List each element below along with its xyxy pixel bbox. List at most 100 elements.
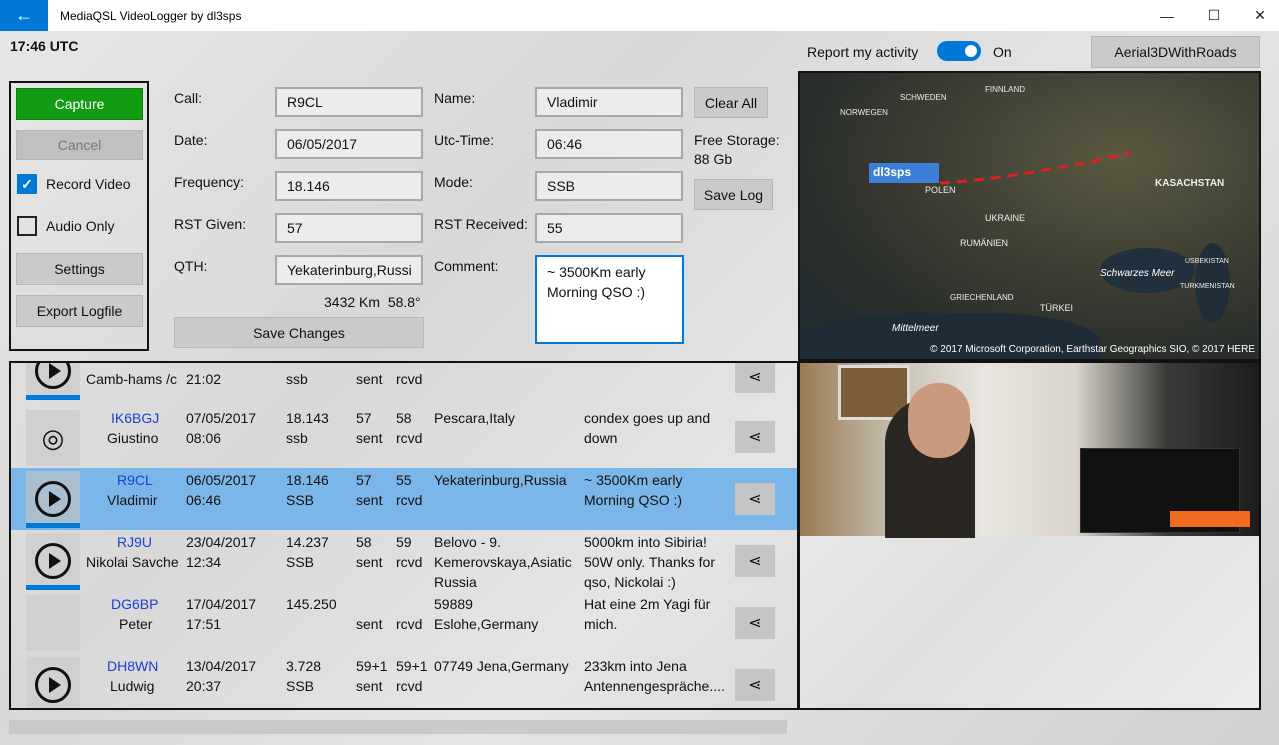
rst-received-label: RST Received: xyxy=(434,216,528,232)
report-activity-toggle[interactable] xyxy=(937,41,981,61)
map-label: TURKMENISTAN xyxy=(1180,283,1235,290)
unchecked-box-icon xyxy=(17,216,37,236)
maximize-button[interactable]: ☐ xyxy=(1191,0,1237,31)
share-icon[interactable]: ⋖ xyxy=(735,421,775,453)
rst-given-input[interactable]: 57 xyxy=(275,213,423,243)
log-call[interactable]: IK6BGJ xyxy=(111,408,159,428)
clear-all-button[interactable]: Clear All xyxy=(694,87,768,118)
map-label: Schwarzes Meer xyxy=(1100,268,1175,279)
radio-display xyxy=(1170,511,1250,527)
log-comment: condex goes up and down xyxy=(584,410,711,446)
rst-given-label: RST Given: xyxy=(174,216,247,232)
frequency-input[interactable]: 18.146 xyxy=(275,171,423,201)
capture-button[interactable]: Capture xyxy=(16,88,143,120)
log-rst-sent: 58 xyxy=(356,534,372,550)
horizontal-scrollbar[interactable] xyxy=(9,720,787,734)
share-icon[interactable]: ⋖ xyxy=(735,545,775,577)
log-qth: Pescara,Italy xyxy=(434,410,515,426)
log-rst-sent: 57 xyxy=(356,410,372,426)
call-input[interactable]: R9CL xyxy=(275,87,423,117)
log-sent: sent xyxy=(356,554,383,570)
log-rcvd: rcvd xyxy=(396,430,423,446)
map-mode-button[interactable]: Aerial3DWithRoads xyxy=(1091,36,1260,68)
log-row[interactable]: RJ9U Nikolai Savche 23/04/2017 12:34 14.… xyxy=(11,530,797,592)
report-activity-label: Report my activity xyxy=(807,44,919,60)
map-label: POLEN xyxy=(925,185,956,195)
play-icon[interactable] xyxy=(26,471,80,527)
log-date: 06/05/2017 xyxy=(186,472,257,488)
log-rcvd: rcvd xyxy=(396,616,423,632)
log-rst-sent: 59+1 xyxy=(356,658,388,674)
play-icon[interactable] xyxy=(26,657,80,708)
log-name: Ludwig xyxy=(110,678,155,694)
log-time: 08:06 xyxy=(186,430,222,446)
audio-only-checkbox[interactable]: Audio Only xyxy=(17,216,114,236)
log-name: Giustino xyxy=(107,430,159,446)
rst-received-input[interactable]: 55 xyxy=(535,213,683,243)
log-rst-rcvd: 59 xyxy=(396,534,412,550)
film-reel-icon[interactable]: ◎ xyxy=(26,410,80,466)
log-row-selected[interactable]: R9CL Vladimir 06/05/2017 06:46 18.146 SS… xyxy=(11,468,797,530)
mode-input[interactable]: SSB xyxy=(535,171,683,201)
checkmark-icon: ✓ xyxy=(17,174,37,194)
date-input[interactable]: 06/05/2017 xyxy=(275,129,423,159)
map-label: USBEKISTAN xyxy=(1185,258,1229,265)
log-comment: ~ 3500Km early Morning QSO :) xyxy=(584,472,683,508)
qso-log-list[interactable]: Camb-hams /c 21:02 ssb sent rcvd ⋖ ◎ IK6… xyxy=(9,361,799,710)
share-icon[interactable]: ⋖ xyxy=(735,483,775,515)
log-call[interactable]: R9CL xyxy=(117,470,153,490)
log-row[interactable]: ◎ IK6BGJ Giustino 07/05/2017 08:06 18.14… xyxy=(11,406,797,468)
comment-input[interactable]: ~ 3500Km early Morning QSO :) xyxy=(535,255,684,344)
map-label: NORWEGEN xyxy=(840,108,888,117)
log-rcvd: rcvd xyxy=(396,492,423,508)
log-sent: sent xyxy=(356,371,383,387)
share-icon[interactable]: ⋖ xyxy=(735,607,775,639)
log-mode: ssb xyxy=(286,430,308,446)
progress-bar xyxy=(26,709,80,710)
save-changes-button[interactable]: Save Changes xyxy=(174,317,424,348)
record-video-label: Record Video xyxy=(46,176,131,192)
minimize-button[interactable]: — xyxy=(1144,0,1190,31)
settings-button[interactable]: Settings xyxy=(16,253,143,285)
play-icon[interactable] xyxy=(26,363,80,399)
log-row[interactable]: Camb-hams /c 21:02 ssb sent rcvd ⋖ xyxy=(11,363,797,401)
log-call[interactable]: DH8WN xyxy=(107,656,158,676)
log-sent: sent xyxy=(356,616,383,632)
save-log-button[interactable]: Save Log xyxy=(694,179,773,210)
log-call[interactable]: DG6BP xyxy=(111,594,158,614)
log-time: 06:46 xyxy=(186,492,222,508)
share-icon[interactable]: ⋖ xyxy=(735,363,775,393)
log-qth: Yekaterinburg,Russia xyxy=(434,472,567,488)
log-row[interactable]: DG6BP Peter 17/04/2017 17:51 145.250 sen… xyxy=(11,592,797,654)
log-date: 07/05/2017 xyxy=(186,410,257,426)
window-title: MediaQSL VideoLogger by dl3sps xyxy=(60,8,242,23)
log-qth: 07749 Jena,Germany xyxy=(434,658,569,674)
log-rst-sent: 57 xyxy=(356,472,372,488)
log-freq: 145.250 xyxy=(286,596,337,612)
empty-thumbnail[interactable] xyxy=(26,595,80,651)
video-preview-panel xyxy=(798,361,1261,710)
log-rst-rcvd: 55 xyxy=(396,472,412,488)
export-logfile-button[interactable]: Export Logfile xyxy=(16,295,143,327)
back-button[interactable]: ← xyxy=(0,0,48,31)
map-copyright: © 2017 Microsoft Corporation, Earthstar … xyxy=(930,344,1255,355)
name-input[interactable]: Vladimir xyxy=(535,87,683,117)
qth-input[interactable]: Yekaterinburg,Russi xyxy=(275,255,423,285)
report-activity-state: On xyxy=(993,44,1012,60)
cancel-button[interactable]: Cancel xyxy=(16,130,143,160)
map-view[interactable]: dl3sps KASACHSTAN UKRAINE POLEN RUMÄNIEN… xyxy=(798,71,1261,361)
log-freq: 18.143 xyxy=(286,410,329,426)
camera-preview[interactable] xyxy=(800,363,1259,538)
play-icon[interactable] xyxy=(26,533,80,589)
utc-time-input[interactable]: 06:46 xyxy=(535,129,683,159)
share-icon[interactable]: ⋖ xyxy=(735,669,775,701)
log-name: Camb-hams /c xyxy=(86,371,178,387)
free-storage-label: Free Storage: xyxy=(694,132,780,148)
close-button[interactable]: ✕ xyxy=(1237,0,1279,31)
progress-bar xyxy=(26,585,80,590)
log-row[interactable]: DH8WN Ludwig 13/04/2017 20:37 3.728 SSB … xyxy=(11,654,797,710)
free-storage-value: 88 Gb xyxy=(694,151,733,167)
map-label: RUMÄNIEN xyxy=(960,238,1009,248)
record-video-checkbox[interactable]: ✓ Record Video xyxy=(17,174,131,194)
log-call[interactable]: RJ9U xyxy=(117,532,152,552)
